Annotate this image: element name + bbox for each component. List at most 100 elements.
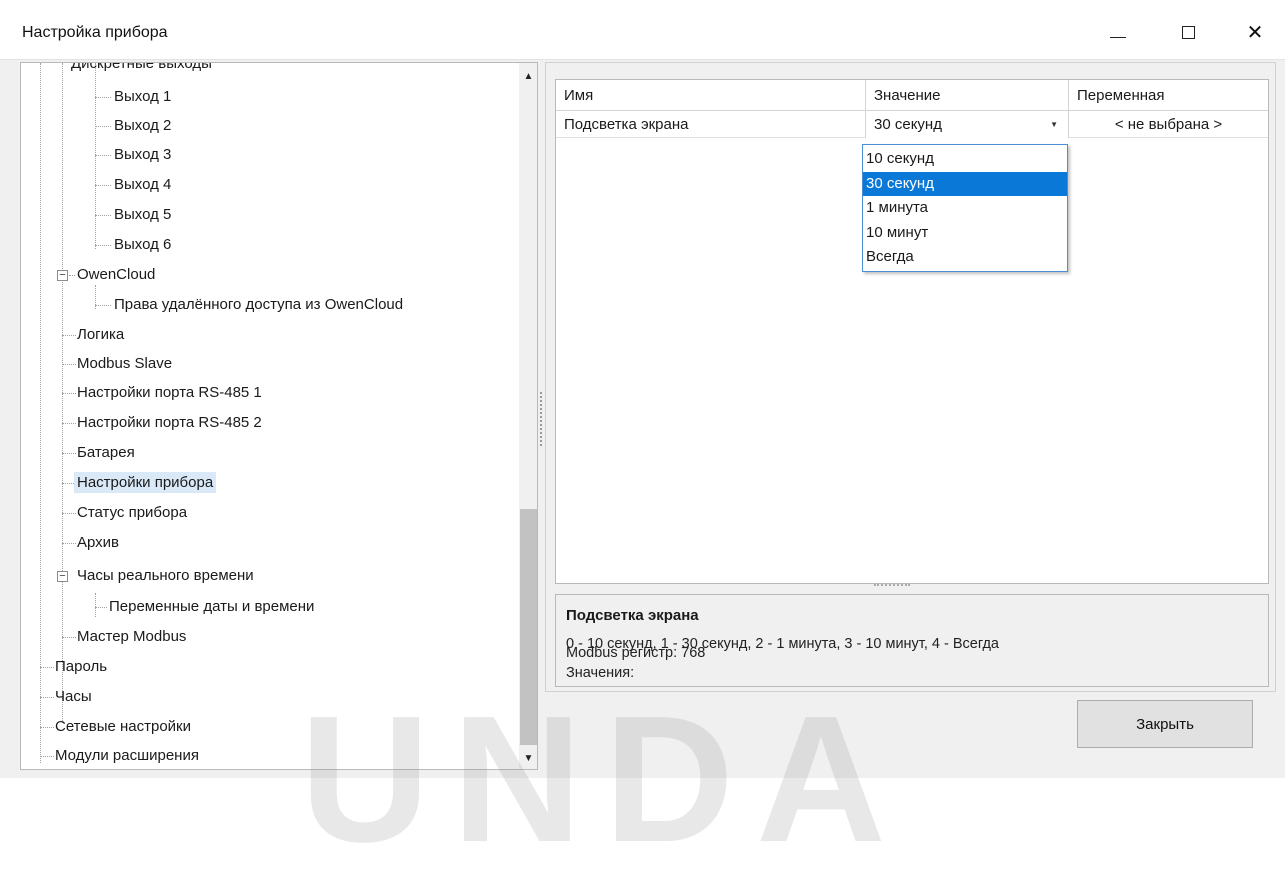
tree-item-network[interactable]: Сетевые настройки	[55, 713, 191, 741]
tree-item-modbus-slave[interactable]: Modbus Slave	[77, 350, 172, 378]
maximize-icon	[1181, 25, 1195, 39]
collapse-icon[interactable]: −	[57, 270, 68, 281]
tree-item-label: Настройки прибора	[74, 472, 217, 493]
description-title: Подсветка экрана	[566, 607, 699, 624]
scroll-down-icon[interactable]: ▼	[519, 747, 537, 769]
settings-tree: Дискретные выходы Выход 1 Выход 2 Выход …	[20, 62, 538, 770]
tree-connector	[62, 364, 76, 365]
tree-item-modbus-master[interactable]: Мастер Modbus	[77, 623, 186, 651]
tree-scrollbar[interactable]: ▲ ▼	[519, 63, 537, 769]
dropdown-option[interactable]: 10 минут	[863, 221, 1067, 246]
dropdown-option[interactable]: 1 минута	[863, 196, 1067, 221]
tree-item-output-1[interactable]: Выход 1	[114, 83, 171, 111]
tree-connector	[95, 185, 111, 186]
grid-header: Имя Значение Переменная	[556, 80, 1268, 111]
tree-connector	[40, 667, 54, 668]
cell-name[interactable]: Подсветка экрана	[556, 111, 866, 138]
maximize-button[interactable]	[1165, 14, 1211, 50]
column-header-name[interactable]: Имя	[556, 80, 866, 111]
tree-connector	[95, 607, 107, 608]
table-row[interactable]: Подсветка экрана 30 секунд ▼ < не выбран…	[556, 111, 1268, 138]
tree-connector	[62, 423, 76, 424]
tree-item-label: Сетевые настройки	[55, 718, 191, 735]
tree-item-logic[interactable]: Логика	[77, 321, 124, 349]
tree-connector	[62, 483, 74, 484]
tree-item-clock[interactable]: Часы	[55, 683, 92, 711]
horizontal-splitter[interactable]	[874, 584, 910, 586]
tree-item-label: Права удалённого доступа из OwenCloud	[114, 296, 404, 313]
column-header-value[interactable]: Значение	[866, 80, 1069, 111]
tree-item-output-4[interactable]: Выход 4	[114, 171, 171, 199]
cell-variable[interactable]: < не выбрана >	[1069, 111, 1268, 138]
collapse-icon[interactable]: −	[57, 571, 68, 582]
tree-connector	[62, 453, 76, 454]
tree-item-label: Логика	[77, 326, 125, 343]
tree-item-expansion-modules[interactable]: Модули расширения	[55, 742, 199, 769]
tree-item-label: Батарея	[77, 444, 135, 461]
tree-item-output-2[interactable]: Выход 2	[114, 112, 171, 140]
tree-item-rs485-1[interactable]: Настройки порта RS-485 1	[77, 379, 262, 407]
tree-connector	[62, 393, 76, 394]
tree-connector	[95, 126, 111, 127]
dropdown-arrow-icon[interactable]: ▼	[1050, 111, 1058, 138]
tree-item-label: Пароль	[55, 658, 108, 675]
tree-item-discrete-outputs[interactable]: Дискретные выходы	[71, 62, 212, 78]
dropdown-option[interactable]: Всегда	[863, 245, 1067, 270]
tree-item-device-settings[interactable]: Настройки прибора	[74, 469, 217, 497]
tree-item-label: Выход 2	[114, 117, 172, 134]
close-button[interactable]: Закрыть	[1077, 700, 1253, 748]
dropdown-option[interactable]: 10 секунд	[863, 147, 1067, 172]
tree-guide-line	[95, 593, 96, 617]
tree-item-output-6[interactable]: Выход 6	[114, 231, 171, 259]
tree-item-archive[interactable]: Архив	[77, 529, 119, 557]
close-icon: ✕	[1246, 21, 1264, 44]
tree-item-datetime-vars[interactable]: Переменные даты и времени	[109, 593, 314, 621]
minimize-button[interactable]	[1095, 14, 1141, 50]
tree-item-rtc[interactable]: Часы реального времени	[77, 562, 254, 590]
tree-item-label: Выход 5	[114, 206, 172, 223]
tree-item-owencloud[interactable]: OwenCloud	[77, 261, 155, 289]
tree-connector	[95, 97, 111, 98]
combobox-value: 30 секунд	[874, 116, 942, 133]
tree-item-label: Настройки порта RS-485 2	[77, 414, 262, 431]
tree-connector	[40, 697, 54, 698]
tree-connector	[95, 245, 111, 246]
tree-connector	[62, 335, 76, 336]
tree-connector	[40, 727, 54, 728]
tree-connector	[95, 155, 111, 156]
tree-item-label: Часы	[55, 688, 92, 705]
tree-item-label: Выход 6	[114, 236, 172, 253]
tree-item-device-status[interactable]: Статус прибора	[77, 499, 187, 527]
tree-item-password[interactable]: Пароль	[55, 653, 107, 681]
tree-item-label: Настройки порта RS-485 1	[77, 384, 262, 401]
tree-item-label: Modbus Slave	[77, 355, 173, 372]
tree-item-label: Выход 3	[114, 146, 172, 163]
dropdown-option-selected[interactable]: 30 секунд	[863, 171, 1067, 196]
minimize-icon	[1110, 36, 1126, 38]
tree-item-label: Выход 1	[114, 88, 172, 105]
value-combobox[interactable]: 30 секунд ▼	[866, 111, 1069, 138]
tree-connector	[40, 756, 54, 757]
tree-item-label: Модули расширения	[55, 747, 199, 764]
scroll-up-icon[interactable]: ▲	[519, 65, 537, 87]
title-bar: Настройка прибора ✕	[0, 0, 1285, 60]
vertical-splitter[interactable]	[540, 392, 543, 446]
value-dropdown-list[interactable]: 10 секунд 30 секунд 1 минута 10 минут Вс…	[862, 144, 1068, 272]
tree-item-owencloud-access[interactable]: Права удалённого доступа из OwenCloud	[114, 291, 403, 319]
tree-item-label: Переменные даты и времени	[109, 598, 315, 615]
tree-item-label: Мастер Modbus	[77, 628, 187, 645]
tree-guide-line	[40, 63, 41, 763]
tree-item-output-3[interactable]: Выход 3	[114, 141, 171, 169]
tree-item-label: Статус прибора	[77, 504, 188, 521]
tree-item-label: Дискретные выходы	[71, 62, 212, 72]
tree-guide-line	[95, 63, 96, 249]
tree-item-output-5[interactable]: Выход 5	[114, 201, 171, 229]
column-header-variable[interactable]: Переменная	[1069, 80, 1268, 111]
scroll-thumb[interactable]	[520, 509, 537, 745]
description-values: 0 - 10 секунд, 1 - 30 секунд, 2 - 1 мину…	[566, 636, 999, 652]
close-window-button[interactable]: ✕	[1232, 14, 1278, 50]
tree-item-battery[interactable]: Батарея	[77, 439, 135, 467]
tree-connector	[69, 275, 75, 276]
tree-item-label: Часы реального времени	[77, 567, 254, 584]
tree-item-rs485-2[interactable]: Настройки порта RS-485 2	[77, 409, 262, 437]
